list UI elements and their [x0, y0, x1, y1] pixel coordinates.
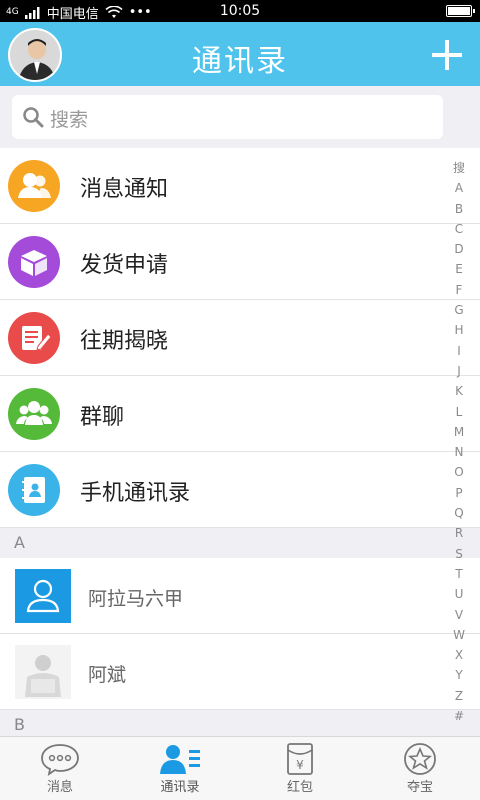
clock: 10:05: [219, 3, 261, 19]
tab-treasure[interactable]: 夺宝: [360, 737, 480, 800]
menu-item-label: 手机通讯录: [80, 481, 191, 506]
menu-item-phone-contacts[interactable]: 手机通讯录: [0, 452, 480, 528]
index-letter[interactable]: B: [448, 199, 470, 219]
contact-row[interactable]: 阿拉马六甲: [0, 558, 480, 634]
index-letter[interactable]: K: [448, 381, 470, 401]
index-letter[interactable]: I: [448, 341, 470, 361]
search-placeholder: 搜索: [50, 109, 89, 131]
contact-row[interactable]: 阿斌: [0, 634, 480, 710]
tab-bar: 消息 通讯录 ¥ 红包 夺宝: [0, 736, 480, 800]
tab-label: 消息: [46, 780, 73, 795]
section-header-a: A: [0, 528, 480, 558]
page-title: 通讯录: [192, 44, 288, 79]
index-letter[interactable]: D: [448, 239, 470, 259]
chat-bubble-icon: [41, 744, 79, 776]
index-letter[interactable]: O: [448, 462, 470, 482]
tab-red-envelope[interactable]: ¥ 红包: [240, 737, 360, 800]
index-letter[interactable]: L: [448, 402, 470, 422]
index-letter[interactable]: 搜: [448, 158, 470, 178]
index-letter[interactable]: E: [448, 259, 470, 279]
index-letter[interactable]: Y: [448, 665, 470, 685]
index-letter[interactable]: G: [448, 300, 470, 320]
index-letter[interactable]: C: [448, 219, 470, 239]
menu-item-group-chat[interactable]: 群聊: [0, 376, 480, 452]
title-bar: 通讯录: [0, 22, 480, 86]
index-letter[interactable]: #: [448, 706, 470, 726]
red-envelope-icon: ¥: [287, 743, 313, 775]
index-letter[interactable]: N: [448, 442, 470, 462]
index-letter[interactable]: X: [448, 645, 470, 665]
contacts-icon: [160, 745, 200, 774]
menu-item-notifications[interactable]: 消息通知: [0, 148, 480, 224]
menu-item-label: 往期揭晓: [80, 329, 169, 354]
tab-messages[interactable]: 消息: [0, 737, 120, 800]
menu-item-label: 发货申请: [80, 253, 169, 278]
svg-text:¥: ¥: [296, 758, 304, 772]
photo-avatar-icon: [15, 645, 71, 699]
index-letter[interactable]: A: [448, 178, 470, 198]
tab-contacts[interactable]: 通讯录: [120, 737, 240, 800]
index-letter[interactable]: Q: [448, 503, 470, 523]
index-letter[interactable]: W: [448, 625, 470, 645]
search-area: 搜索: [0, 86, 480, 148]
battery-icon: [446, 5, 475, 17]
contact-list: 消息通知 发货申请 往期揭晓 群聊 手机通讯录 A 阿拉马六甲 阿斌 B: [0, 148, 480, 740]
menu-item-label: 群聊: [80, 405, 125, 430]
group-icon: [8, 388, 60, 440]
index-letter[interactable]: U: [448, 584, 470, 604]
index-letter[interactable]: H: [448, 320, 470, 340]
index-letter[interactable]: Z: [448, 686, 470, 706]
search-input[interactable]: 搜索: [12, 95, 443, 139]
tab-label: 夺宝: [406, 780, 433, 795]
index-letter[interactable]: R: [448, 523, 470, 543]
index-letter[interactable]: S: [448, 544, 470, 564]
menu-item-past-results[interactable]: 往期揭晓: [0, 300, 480, 376]
index-letter[interactable]: M: [448, 422, 470, 442]
default-avatar-icon: [15, 569, 71, 623]
index-letter[interactable]: F: [448, 280, 470, 300]
index-letter[interactable]: P: [448, 483, 470, 503]
contact-book-icon: [8, 464, 60, 516]
alphabet-index[interactable]: 搜 A B C D E F G H I J K L M N O P Q R S T U V W X Y Z #: [448, 158, 470, 726]
menu-item-label: 消息通知: [80, 177, 169, 202]
tab-label: 红包: [286, 780, 313, 795]
box-icon: [8, 236, 60, 288]
edit-note-icon: [8, 312, 60, 364]
index-letter[interactable]: V: [448, 605, 470, 625]
contact-name: 阿拉马六甲: [88, 588, 184, 610]
tab-label: 通讯录: [160, 780, 200, 795]
search-icon: [23, 107, 44, 128]
menu-item-shipping-request[interactable]: 发货申请: [0, 224, 480, 300]
people-icon: [8, 160, 60, 212]
star-icon: [404, 743, 436, 775]
index-letter[interactable]: T: [448, 564, 470, 584]
index-letter[interactable]: J: [448, 361, 470, 381]
contact-name: 阿斌: [88, 664, 127, 686]
plus-icon[interactable]: [432, 40, 462, 70]
status-bar: 4G 中国电信 ••• 10:05: [0, 0, 480, 22]
